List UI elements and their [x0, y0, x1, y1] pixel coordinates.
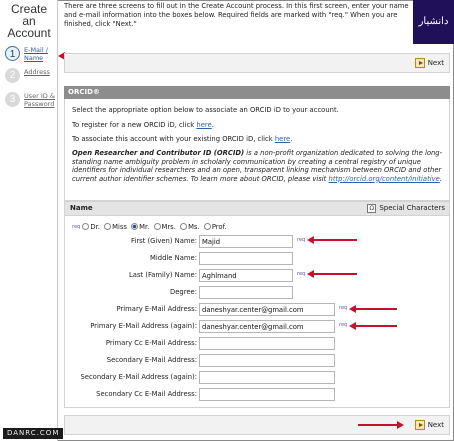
annotation-arrow — [307, 236, 357, 244]
next-arrow-icon — [414, 420, 425, 430]
annotation-arrow — [307, 270, 357, 278]
title-option-mrs[interactable]: Mrs. — [153, 221, 176, 233]
top-nav-bar: Next — [64, 53, 450, 73]
middle-name-label: Middle Name: — [150, 254, 197, 262]
required-marker: req — [297, 237, 306, 243]
special-characters-icon: Ω — [367, 204, 377, 213]
form-row-first-name: First (Given) Name: req — [65, 235, 451, 249]
primary-email-label: Primary E-Mail Address: — [116, 305, 198, 313]
secondary-cc-email-input[interactable] — [199, 388, 335, 401]
required-marker: req — [297, 271, 306, 277]
orcid-register-link[interactable]: here — [196, 121, 211, 129]
form-row-primary-email: Primary E-Mail Address: req — [65, 303, 451, 317]
sidebar-title: Create an Account — [7, 2, 51, 40]
annotation-arrow — [349, 305, 397, 313]
radio-ms[interactable] — [180, 223, 188, 230]
primary-cc-email-input[interactable] — [199, 337, 335, 350]
title-radio-group: req Dr. Miss Mr. Mrs. Ms. Prof. — [72, 221, 227, 233]
radio-mrs[interactable] — [153, 223, 161, 230]
orcid-section-header: ORCID® — [64, 86, 450, 99]
required-marker: req — [339, 322, 348, 328]
orcid-instruction: Select the appropriate option below to a… — [72, 106, 339, 114]
radio-miss[interactable] — [104, 223, 112, 230]
watermark-logo: دانشیار — [413, 0, 454, 44]
last-name-label: Last (Family) Name: — [129, 271, 197, 279]
step-number: 2 — [5, 68, 20, 83]
title-option-prof[interactable]: Prof. — [203, 221, 227, 233]
last-name-input[interactable] — [199, 269, 293, 282]
primary-email-again-label: Primary E-Mail Address (again): — [90, 322, 197, 330]
primary-email-input[interactable] — [199, 303, 335, 316]
form-row-primary-email-again: Primary E-Mail Address (again): req — [65, 320, 451, 334]
special-characters-button[interactable]: Ω Special Characters — [367, 203, 445, 214]
form-row-last-name: Last (Family) Name: req — [65, 269, 451, 283]
orcid-associate-line: To associate this account with your exis… — [72, 135, 293, 143]
next-arrow-icon — [414, 58, 425, 68]
footer-brand: DANRC.COM — [3, 428, 64, 439]
secondary-email-input[interactable] — [199, 354, 335, 367]
required-marker: req — [339, 305, 348, 311]
orcid-initiative-link[interactable]: http://orcid.org/content/initiative — [329, 175, 440, 183]
secondary-email-label: Secondary E-Mail Address: — [106, 356, 197, 364]
step-sidebar: Create an Account 1 E-Mail / Name 2 Addr… — [0, 0, 58, 441]
title-option-dr[interactable]: Dr. — [82, 221, 100, 233]
secondary-email-again-label: Secondary E-Mail Address (again): — [80, 373, 197, 381]
form-row-degree: Degree: — [65, 286, 451, 300]
radio-dr[interactable] — [82, 223, 90, 230]
step-label-email-name[interactable]: E-Mail / Name — [24, 46, 58, 62]
degree-input[interactable] — [199, 286, 293, 299]
orcid-associate-link[interactable]: here — [275, 135, 290, 143]
annotation-arrow — [349, 322, 397, 330]
title-option-mr[interactable]: Mr. — [131, 221, 149, 233]
primary-cc-email-label: Primary Cc E-Mail Address: — [105, 339, 197, 347]
intro-text: There are three screens to fill out in t… — [64, 2, 409, 28]
annotation-arrow — [358, 421, 404, 429]
orcid-description: Open Researcher and Contributor ID (ORCI… — [72, 149, 443, 183]
degree-label: Degree: — [169, 288, 197, 296]
orcid-section: Select the appropriate option below to a… — [64, 99, 450, 201]
secondary-cc-email-label: Secondary Cc E-Mail Address: — [96, 390, 197, 398]
step-label-userid-password[interactable]: User ID & Password — [24, 92, 58, 108]
name-section-header: Name Ω Special Characters — [64, 201, 450, 216]
form-row-secondary-email: Secondary E-Mail Address: — [65, 354, 451, 368]
form-row-secondary-cc-email: Secondary Cc E-Mail Address: — [65, 388, 451, 402]
orcid-register-line: To register for a new ORCID iD, click he… — [72, 121, 214, 129]
title-option-ms[interactable]: Ms. — [180, 221, 200, 233]
next-button[interactable]: Next — [414, 419, 444, 431]
first-name-input[interactable] — [199, 235, 293, 248]
step-number: 3 — [5, 92, 20, 107]
form-row-middle-name: Middle Name: — [65, 252, 451, 266]
form-row-primary-cc-email: Primary Cc E-Mail Address: — [65, 337, 451, 351]
first-name-label: First (Given) Name: — [131, 237, 197, 245]
next-button[interactable]: Next — [414, 57, 444, 69]
radio-prof[interactable] — [203, 223, 211, 230]
step-number: 1 — [5, 46, 20, 61]
step-label-address[interactable]: Address — [24, 68, 58, 76]
form-row-secondary-email-again: Secondary E-Mail Address (again): — [65, 371, 451, 385]
middle-name-input[interactable] — [199, 252, 293, 265]
radio-mr[interactable] — [131, 223, 139, 230]
title-option-miss[interactable]: Miss — [104, 221, 127, 233]
secondary-email-again-input[interactable] — [199, 371, 335, 384]
name-section: req Dr. Miss Mr. Mrs. Ms. Prof. First (G… — [64, 216, 450, 408]
primary-email-again-input[interactable] — [199, 320, 335, 333]
